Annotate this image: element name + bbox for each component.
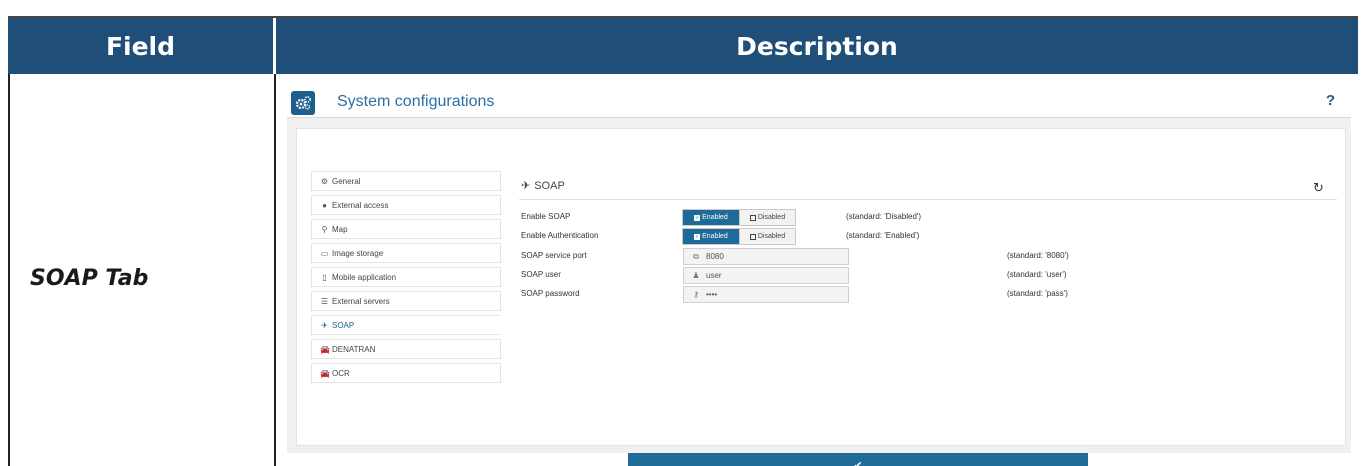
save-button[interactable]: ✔ <box>628 453 1088 466</box>
enable-soap-standard: (standard: 'Disabled') <box>846 212 922 221</box>
menu-item-label: External access <box>332 200 389 210</box>
menu-item-label: SOAP <box>332 320 355 330</box>
globe-icon: ● <box>322 200 327 210</box>
soap-password-value: •••• <box>706 290 718 299</box>
section-title: SOAP <box>534 179 565 192</box>
menu-item-ocr[interactable]: 🚘 OCR <box>311 363 501 383</box>
enable-auth-enabled-button[interactable]: ✓ Enabled <box>683 229 739 244</box>
disabled-label: Disabled <box>757 233 786 240</box>
soap-port-input[interactable]: ⧉ 8080 <box>683 248 849 265</box>
section-divider <box>519 199 1337 200</box>
menu-item-denatran[interactable]: 🚘 DENATRAN <box>311 339 501 359</box>
soap-user-label: SOAP user <box>521 270 561 279</box>
section-header: ✈ SOAP <box>521 179 565 193</box>
title-bar: System configurations ? <box>287 88 1351 118</box>
menu-item-mobile-application[interactable]: ▯ Mobile application <box>311 267 501 287</box>
soap-password-standard: (standard: 'pass') <box>1007 289 1068 298</box>
enabled-label: Enabled <box>702 214 728 221</box>
menu-item-general[interactable]: ⚙ General <box>311 171 501 191</box>
reset-icon[interactable]: ↻ <box>1313 181 1324 196</box>
paper-plane-icon: ✈ <box>321 320 328 330</box>
disabled-label: Disabled <box>757 214 786 221</box>
enable-auth-toggle: ✓ Enabled Disabled <box>682 228 796 245</box>
soap-port-label: SOAP service port <box>521 251 587 260</box>
check-icon: ✔ <box>853 458 863 466</box>
enable-soap-enabled-button[interactable]: ✓ Enabled <box>683 210 739 225</box>
soap-user-input[interactable]: ♟ user <box>683 267 849 284</box>
menu-item-label: OCR <box>332 368 350 378</box>
menu-item-image-storage[interactable]: ▭ Image storage <box>311 243 501 263</box>
enabled-label: Enabled <box>702 233 728 240</box>
map-marker-icon: ⚲ <box>321 224 328 234</box>
key-icon: ⚷ <box>693 290 699 299</box>
gears-icon <box>291 91 315 115</box>
description-column-header: Description <box>276 18 1358 74</box>
page-title: System configurations <box>337 93 495 110</box>
checkbox-checked-icon: ✓ <box>694 233 701 240</box>
checkbox-empty-icon <box>749 233 756 240</box>
mobile-icon: ▯ <box>322 272 327 282</box>
settings-panel: ⚙ General ● External access ⚲ Map ▭ Image stora… <box>296 128 1346 466</box>
table-column-divider <box>274 74 276 466</box>
system-configurations-screenshot: System configurations ? ⚙ General ● Externa… <box>287 88 1351 466</box>
table-left-border <box>8 74 10 466</box>
car-icon: 🚘 <box>320 344 330 354</box>
enable-soap-disabled-button[interactable]: Disabled <box>738 210 795 225</box>
row-field-label: SOAP Tab <box>30 266 149 291</box>
soap-password-label: SOAP password <box>521 289 580 298</box>
field-column-header: Field <box>8 18 275 74</box>
soap-user-standard: (standard: 'user') <box>1007 270 1067 279</box>
checkbox-checked-icon: ✓ <box>694 214 701 221</box>
menu-item-soap[interactable]: ✈ SOAP <box>311 315 501 335</box>
menu-item-external-access[interactable]: ● External access <box>311 195 501 215</box>
enable-soap-toggle: ✓ Enabled Disabled <box>682 209 796 226</box>
gears-icon: ⚙ <box>320 176 329 186</box>
paper-plane-icon: ✈ <box>521 180 531 192</box>
menu-item-label: DENATRAN <box>332 344 376 354</box>
checkbox-empty-icon <box>749 214 756 221</box>
enable-auth-standard: (standard: 'Enabled') <box>846 231 920 240</box>
soap-password-input[interactable]: ⚷ •••• <box>683 286 849 303</box>
soap-port-standard: (standard: '8080') <box>1007 251 1069 260</box>
car-icon: 🚘 <box>320 368 330 378</box>
user-icon: ♟ <box>692 271 700 280</box>
menu-item-label: Mobile application <box>332 272 397 282</box>
sitemap-icon: ⧉ <box>693 251 699 261</box>
soap-port-value: 8080 <box>706 252 724 261</box>
enable-soap-label: Enable SOAP <box>521 212 571 221</box>
menu-item-label: Image storage <box>332 248 384 258</box>
soap-user-value: user <box>706 271 722 280</box>
hard-drive-icon: ▭ <box>320 248 329 258</box>
enable-auth-label: Enable Authentication <box>521 231 599 240</box>
menu-item-label: Map <box>332 224 348 234</box>
menu-item-external-servers[interactable]: ☰ External servers <box>311 291 501 311</box>
help-button[interactable]: ? <box>1326 92 1335 109</box>
menu-item-label: External servers <box>332 296 390 306</box>
server-icon: ☰ <box>320 296 329 306</box>
menu-item-map[interactable]: ⚲ Map <box>311 219 501 239</box>
enable-auth-disabled-button[interactable]: Disabled <box>738 229 795 244</box>
menu-item-label: General <box>332 176 361 186</box>
